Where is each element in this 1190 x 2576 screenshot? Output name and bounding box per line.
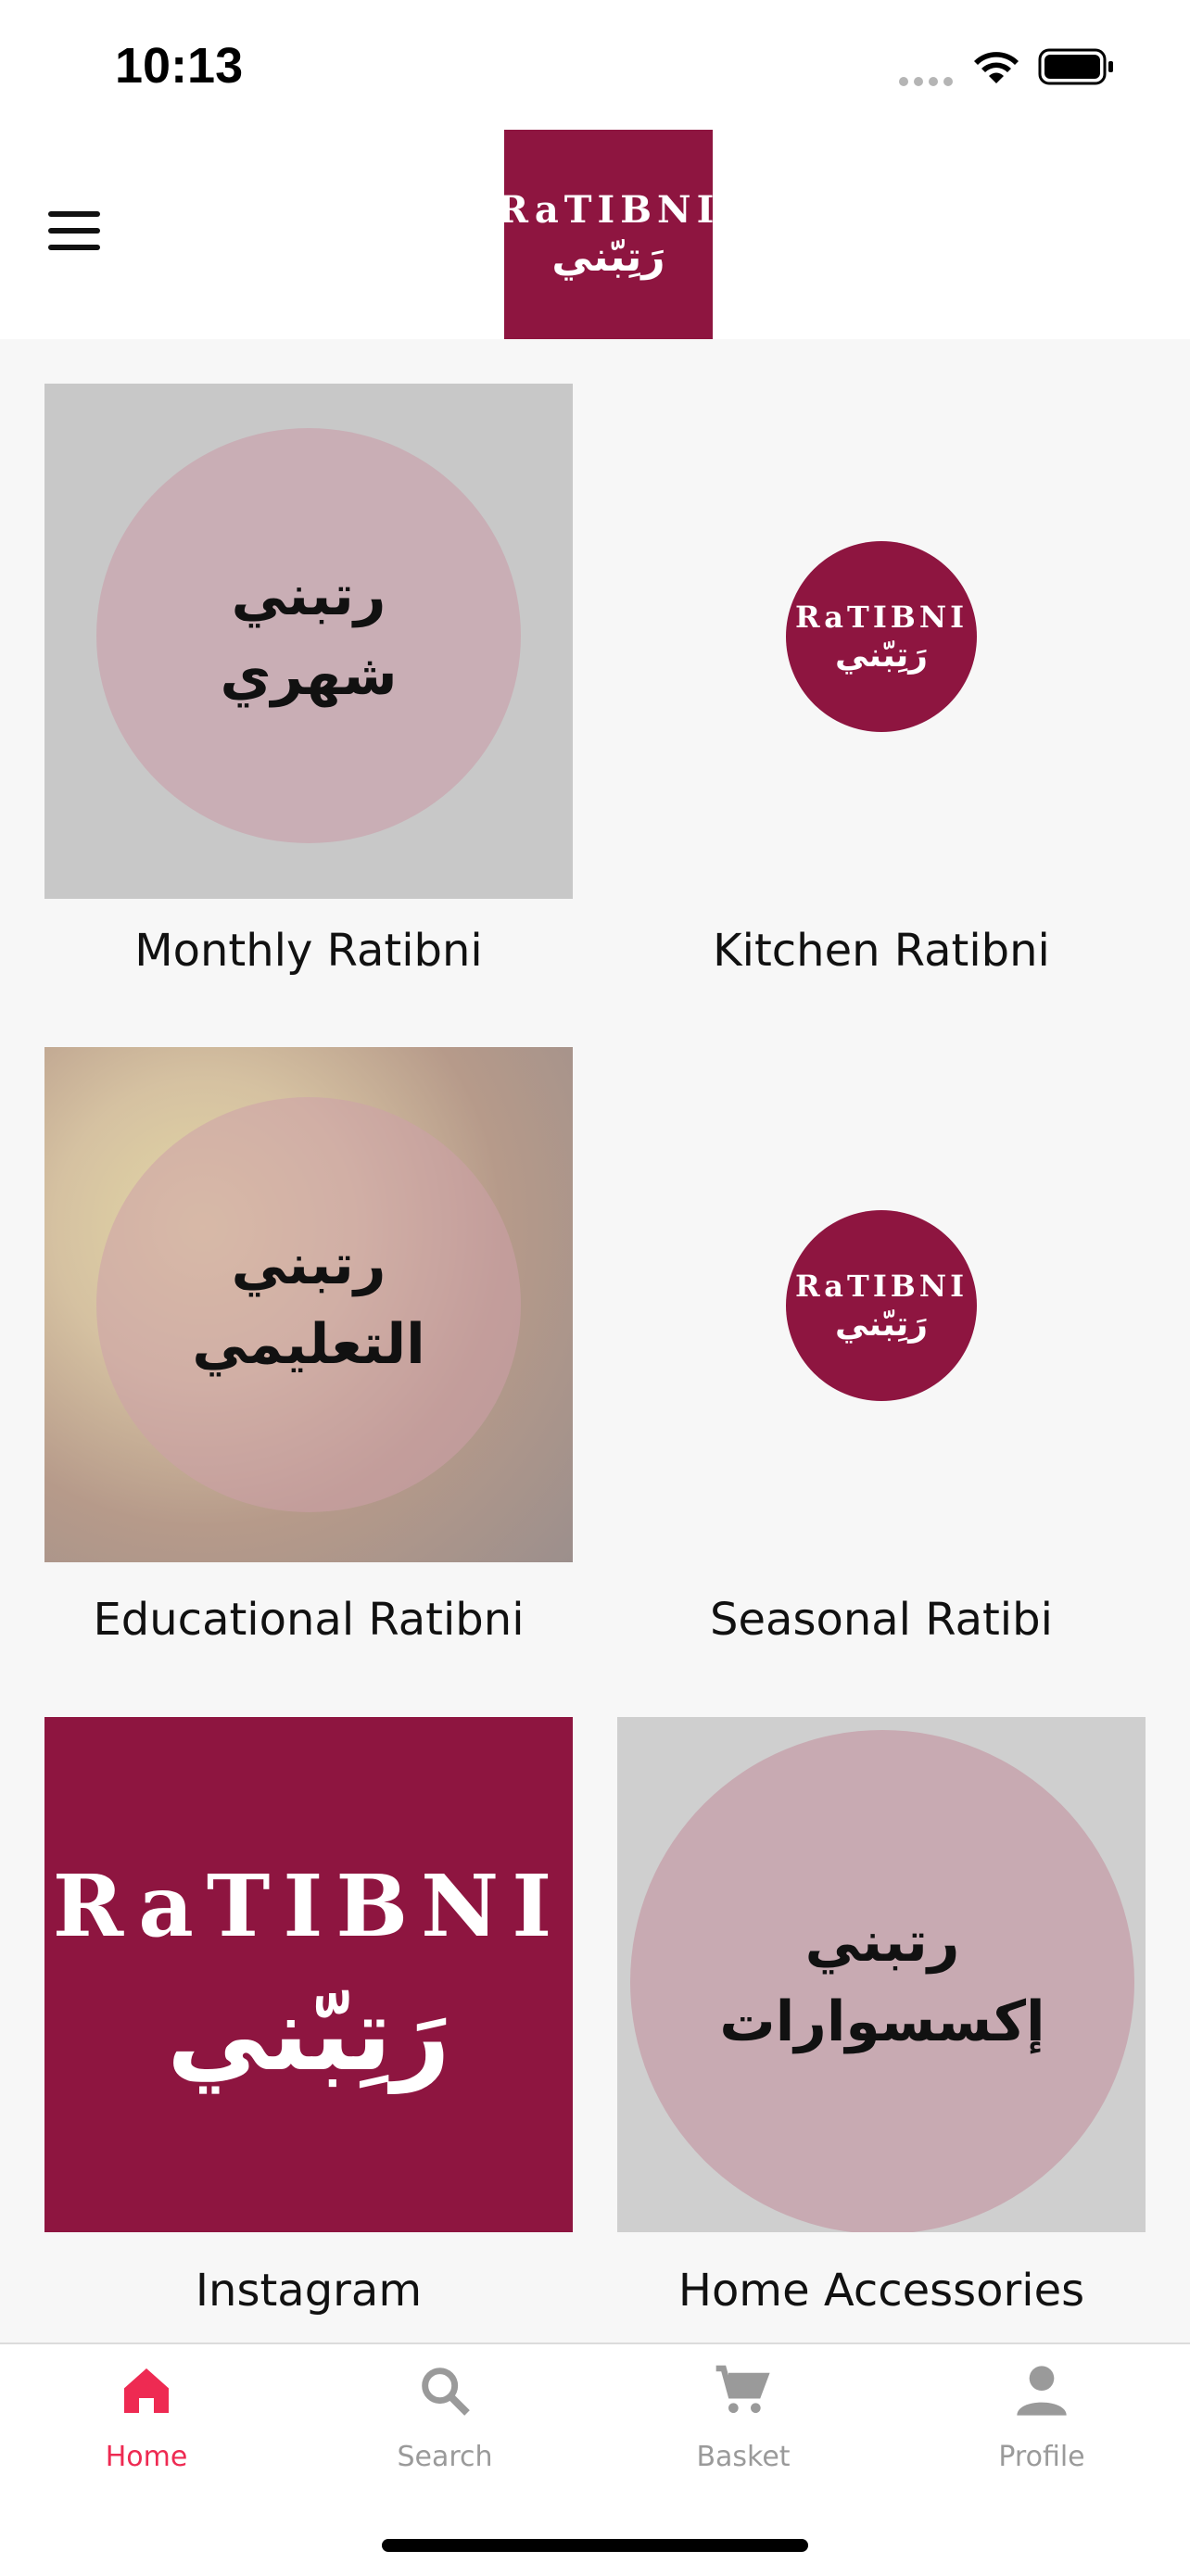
category-label[interactable]: Instagram [44,2265,573,2317]
image-arabic-line: إكسسوارات [719,1989,1045,2054]
status-bar: 10:13 [0,0,1190,130]
category-card-instagram[interactable]: RaTIBNI رَتِبّني [44,1717,573,2232]
tab-home[interactable]: Home [54,2361,239,2473]
category-image-circle: رتبني التعليمي [96,1097,521,1512]
brand-logo-image: RaTIBNI رَتِبّني [786,1210,977,1401]
logo-text-arabic: رَتِبّني [834,1305,929,1344]
hamburger-menu-icon[interactable] [48,211,102,250]
category-label[interactable]: Kitchen Ratibni [617,925,1146,977]
tab-label: Basket [696,2441,791,2473]
category-label[interactable]: Monthly Ratibni [44,925,573,977]
image-arabic-line: التعليمي [192,1312,425,1377]
logo-text-latin: RaTIBNI [497,188,720,232]
logo-text-latin: RaTIBNI [794,1268,968,1304]
category-card-seasonal[interactable]: RaTIBNI رَتِبّني [617,1047,1146,1562]
brand-logo-image: RaTIBNI رَتِبّني [786,541,977,732]
category-label[interactable]: Educational Ratibni [44,1594,573,1646]
cellular-signal-icon [899,72,958,90]
tab-search[interactable]: Search [352,2361,538,2473]
tab-basket[interactable]: Basket [651,2361,836,2473]
battery-icon [1038,48,1113,85]
category-image-circle: رتبني شهري [96,428,521,843]
image-arabic-line: رتبني [231,563,386,628]
logo-text-latin: RaTIBNI [52,1856,565,1956]
app-logo: RaTIBNI رَتِبّني [498,130,714,339]
logo-text-arabic: رَتِبّني [834,636,929,675]
category-image-circle: رتبني إكسسوارات [630,1730,1134,2232]
category-card-kitchen[interactable]: RaTIBNI رَتِبّني [617,384,1146,899]
logo-text-latin: RaTIBNI [794,599,968,635]
status-time: 10:13 [115,38,244,94]
image-arabic-line: رتبني [804,1910,960,1975]
app-header: RaTIBNI رَتِبّني [0,130,1190,339]
person-icon [1017,2366,1067,2416]
category-label[interactable]: Seasonal Ratibi [617,1594,1146,1646]
cart-icon [715,2365,770,2413]
search-icon [422,2368,470,2416]
home-icon [124,2368,169,2413]
category-card-educational[interactable]: رتبني التعليمي [44,1047,573,1562]
category-label[interactable]: Home Accessories [617,2265,1146,2317]
category-card-monthly[interactable]: رتبني شهري [44,384,573,899]
tab-label: Profile [998,2441,1085,2473]
image-arabic-line: رتبني [231,1232,386,1297]
wifi-icon [974,52,1019,83]
logo-text-arabic: رَتِبّني [551,234,665,281]
logo-text-arabic: رَتِبّني [167,1975,450,2093]
category-card-home-accessories[interactable]: رتبني إكسسوارات [617,1717,1146,2232]
tab-label: Search [397,2441,493,2473]
tab-label: Home [105,2441,188,2473]
tab-profile[interactable]: Profile [949,2361,1134,2473]
image-arabic-line: شهري [220,643,398,708]
home-indicator [382,2539,808,2552]
